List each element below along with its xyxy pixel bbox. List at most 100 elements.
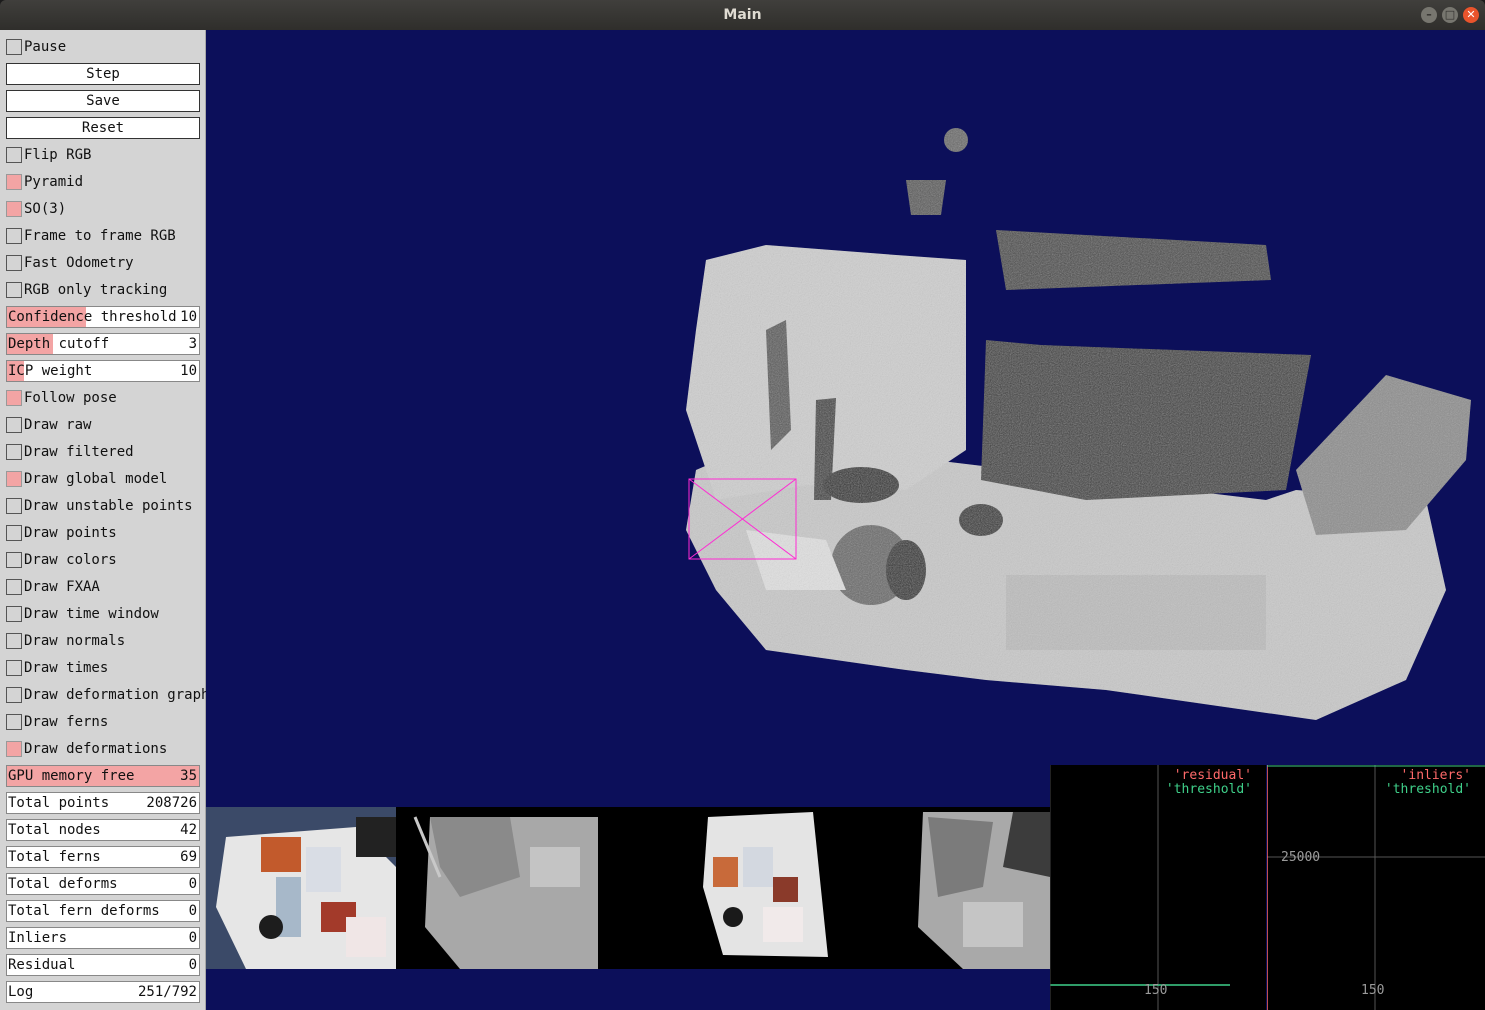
maximize-icon[interactable]: □ — [1442, 7, 1458, 23]
confidence-threshold-slider[interactable]: Confidence threshold 10 — [6, 306, 200, 328]
checkbox-box[interactable] — [6, 579, 22, 595]
readout-value: 42 — [180, 822, 197, 838]
draw-ferns-checkbox[interactable]: Draw ferns — [6, 711, 200, 733]
checkbox-box[interactable] — [6, 282, 22, 298]
checkbox-box[interactable] — [6, 660, 22, 676]
title-bar: Main – □ ✕ — [0, 0, 1485, 30]
draw-times-checkbox[interactable]: Draw times — [6, 657, 200, 679]
legend-threshold: 'threshold' — [1384, 782, 1471, 797]
readout-label: Total nodes — [8, 822, 101, 838]
checkbox-label: Frame to frame RGB — [24, 228, 176, 244]
checkbox-box[interactable] — [6, 633, 22, 649]
flip-rgb-checkbox[interactable]: Flip RGB — [6, 144, 200, 166]
checkbox-box[interactable] — [6, 525, 22, 541]
rgb-only-tracking-checkbox[interactable]: RGB only tracking — [6, 279, 200, 301]
readout-label: GPU memory free — [8, 768, 135, 784]
draw-colors-checkbox[interactable]: Draw colors — [6, 549, 200, 571]
follow-pose-checkbox[interactable]: Follow pose — [6, 387, 200, 409]
readout-label: Total points — [8, 795, 110, 811]
pyramid-checkbox[interactable]: Pyramid — [6, 171, 200, 193]
checkbox-label: Draw unstable points — [24, 498, 193, 514]
readout-label: Total deforms — [8, 876, 118, 892]
checkbox-label: Draw ferns — [24, 714, 109, 730]
draw-unstable-points-checkbox[interactable]: Draw unstable points — [6, 495, 200, 517]
checkbox-box[interactable] — [6, 687, 22, 703]
checkbox-box[interactable] — [6, 471, 22, 487]
inliers-plot-axes — [1267, 765, 1485, 1010]
close-icon[interactable]: ✕ — [1463, 7, 1479, 23]
total-fern-deforms-readout: Total fern deforms 0 — [6, 900, 200, 922]
checkbox-label: Draw raw — [24, 417, 92, 433]
readout-label: Total fern deforms — [8, 903, 160, 919]
total-deforms-readout: Total deforms 0 — [6, 873, 200, 895]
x-tick-label: 150 — [1361, 983, 1385, 998]
checkbox-box[interactable] — [6, 228, 22, 244]
draw-deformations-checkbox[interactable]: Draw deformations — [6, 738, 200, 760]
checkbox-box[interactable] — [6, 606, 22, 622]
pause-label: Pause — [24, 39, 67, 55]
fast-odometry-checkbox[interactable]: Fast Odometry — [6, 252, 200, 274]
checkbox-box[interactable] — [6, 498, 22, 514]
checkbox-box[interactable] — [6, 741, 22, 757]
total-nodes-readout: Total nodes 42 — [6, 819, 200, 841]
depth-cutoff-slider[interactable]: Depth cutoff 3 — [6, 333, 200, 355]
readout-label: Total ferns — [8, 849, 101, 865]
input-previews — [206, 807, 1050, 969]
checkbox-label: Draw colors — [24, 552, 117, 568]
checkbox-box[interactable] — [6, 390, 22, 406]
slider-label: Confidence threshold — [8, 309, 177, 325]
checkbox-label: Draw normals — [24, 633, 126, 649]
depth-input-thumbnail — [400, 807, 598, 969]
save-button[interactable]: Save — [6, 90, 200, 112]
checkbox-label: RGB only tracking — [24, 282, 168, 298]
predicted-depth-thumbnail — [833, 807, 1050, 969]
residual-readout: Residual 0 — [6, 954, 200, 976]
total-points-readout: Total points 208726 — [6, 792, 200, 814]
checkbox-box[interactable] — [6, 552, 22, 568]
slider-label: Depth cutoff — [8, 336, 110, 352]
window-title: Main — [723, 7, 762, 23]
checkbox-box[interactable] — [6, 714, 22, 730]
draw-raw-checkbox[interactable]: Draw raw — [6, 414, 200, 436]
slider-value: 10 — [180, 363, 197, 379]
draw-deformation-graph-checkbox[interactable]: Draw deformation graph — [6, 684, 209, 706]
pause-checkbox[interactable]: Pause — [6, 36, 200, 58]
checkbox-label: Flip RGB — [24, 147, 92, 163]
checkbox-box[interactable] — [6, 147, 22, 163]
checkbox-box[interactable] — [6, 201, 22, 217]
checkbox-box[interactable] — [6, 255, 22, 271]
checkbox-label: Follow pose — [24, 390, 117, 406]
checkbox-box[interactable] — [6, 174, 22, 190]
checkbox-label: Draw FXAA — [24, 579, 100, 595]
draw-global-model-checkbox[interactable]: Draw global model — [6, 468, 200, 490]
residual-legend: 'residual' 'threshold' — [1166, 769, 1252, 797]
gpu-memory-free-readout: GPU memory free 35 — [6, 765, 200, 787]
draw-time-window-checkbox[interactable]: Draw time window — [6, 603, 200, 625]
checkbox-label: Fast Odometry — [24, 255, 134, 271]
draw-points-checkbox[interactable]: Draw points — [6, 522, 200, 544]
readout-value: 35 — [180, 768, 197, 784]
checkbox-label: Draw deformations — [24, 741, 168, 757]
so-3-checkbox[interactable]: SO(3) — [6, 198, 200, 220]
draw-normals-checkbox[interactable]: Draw normals — [6, 630, 200, 652]
reset-button[interactable]: Reset — [6, 117, 200, 139]
checkbox-label: Pyramid — [24, 174, 84, 190]
y-tick-label: 25000 — [1281, 850, 1321, 865]
3d-viewport[interactable]: 'residual' 'threshold' 150 'inliers' 'th… — [206, 30, 1485, 1010]
draw-filtered-checkbox[interactable]: Draw filtered — [6, 441, 200, 463]
inliers-plot: 'inliers' 'threshold' 25000 150 — [1267, 765, 1485, 1010]
checkbox-label: Draw deformation graph — [24, 687, 210, 703]
minimize-icon[interactable]: – — [1421, 7, 1437, 23]
checkbox-box[interactable] — [6, 444, 22, 460]
window-controls: – □ ✕ — [1421, 7, 1479, 23]
checkbox-box[interactable] — [6, 39, 22, 55]
icp-weight-slider[interactable]: ICP weight 10 — [6, 360, 200, 382]
slider-value: 10 — [180, 309, 197, 325]
readout-label: Log — [8, 984, 34, 1000]
checkbox-box[interactable] — [6, 417, 22, 433]
readout-value: 69 — [180, 849, 197, 865]
total-ferns-readout: Total ferns 69 — [6, 846, 200, 868]
step-button[interactable]: Step — [6, 63, 200, 85]
frame-to-frame-rgb-checkbox[interactable]: Frame to frame RGB — [6, 225, 200, 247]
draw-fxaa-checkbox[interactable]: Draw FXAA — [6, 576, 200, 598]
